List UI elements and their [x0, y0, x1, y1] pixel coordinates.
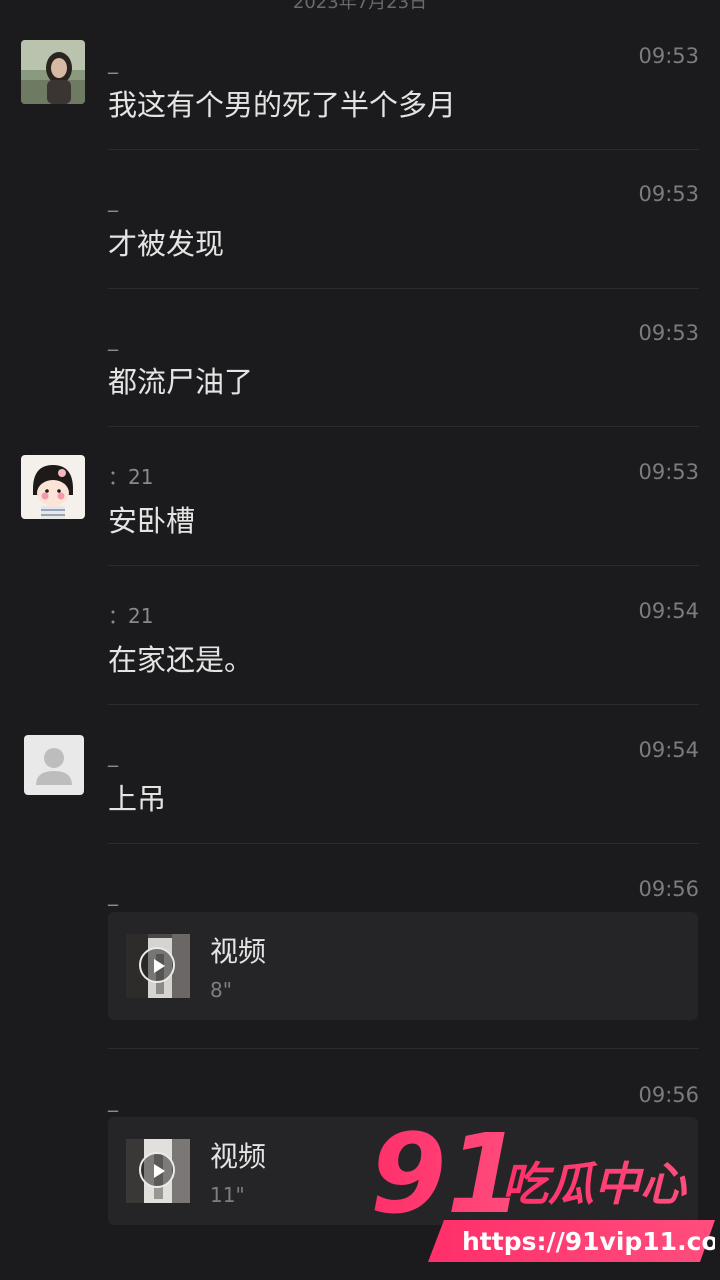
message-time: 09:54 [638, 599, 699, 623]
message-divider [108, 1048, 699, 1049]
watermark-logo: 91 吃瓜中心 https://91vip11.com [370, 1110, 720, 1270]
avatar-cartoon-girl[interactable] [21, 455, 85, 519]
play-icon[interactable] [139, 1152, 175, 1188]
message-divider [108, 565, 699, 566]
sender-name: _ [108, 188, 118, 212]
sender-name: _ [108, 50, 118, 74]
date-header: 2023年7月23日 [292, 0, 428, 13]
video-card[interactable]: 视频 8" [108, 912, 698, 1020]
video-duration: 8" [210, 978, 232, 1002]
message-text[interactable]: 上吊 [108, 776, 166, 818]
message-time: 09:53 [638, 460, 699, 484]
play-icon[interactable] [139, 947, 175, 983]
message-time: 09:56 [638, 1083, 699, 1107]
watermark-slogan: 吃瓜中心 [502, 1157, 688, 1211]
video-label: 视频 [210, 1140, 267, 1173]
sender-name: _ [108, 327, 118, 351]
message-time: 09:56 [638, 877, 699, 901]
watermark-url: https://91vip11.com [462, 1227, 715, 1256]
sender-name: ：21 [108, 604, 154, 628]
message-divider [108, 704, 699, 705]
message-text[interactable]: 安卧槽 [108, 498, 195, 540]
message-divider [108, 843, 699, 844]
sender-name: _ [108, 1088, 118, 1112]
message-time: 09:53 [638, 182, 699, 206]
message-time: 09:53 [638, 44, 699, 68]
video-thumbnail[interactable] [126, 934, 190, 998]
message-divider [108, 426, 699, 427]
message-time: 09:53 [638, 321, 699, 345]
sender-name: _ [108, 882, 118, 906]
video-duration: 11" [210, 1183, 245, 1207]
video-label: 视频 [210, 935, 267, 968]
message-text[interactable]: 才被发现 [108, 221, 224, 263]
default-avatar-icon[interactable] [24, 735, 84, 795]
message-text[interactable]: 都流尸油了 [108, 359, 253, 401]
message-text[interactable]: 在家还是。 [108, 637, 253, 679]
message-text[interactable]: 我这有个男的死了半个多月 [108, 82, 456, 124]
message-divider [108, 149, 699, 150]
message-divider [108, 288, 699, 289]
avatar-girl-photo[interactable] [21, 40, 85, 104]
sender-name: _ [108, 743, 118, 767]
sender-name: ：21 [108, 465, 154, 489]
video-thumbnail[interactable] [126, 1139, 190, 1203]
message-time: 09:54 [638, 738, 699, 762]
